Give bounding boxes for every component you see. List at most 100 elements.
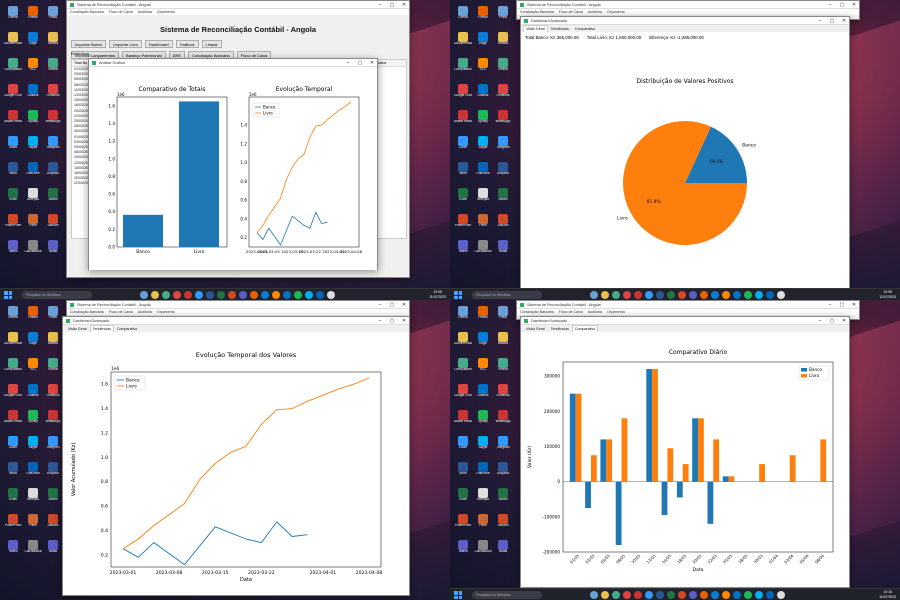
- desktop-shortcut-icon[interactable]: Lixeira: [4, 306, 22, 320]
- desktop-shortcut-icon[interactable]: PowerPoint: [454, 214, 472, 228]
- taskbar-app-icon[interactable]: [722, 591, 730, 599]
- close-icon[interactable]: ✕: [401, 302, 407, 308]
- desktop-shortcut-icon[interactable]: Outlook: [24, 84, 42, 98]
- taskbar-app-icon[interactable]: [623, 591, 631, 599]
- minimize-icon[interactable]: –: [377, 302, 383, 308]
- desktop-shortcut-icon[interactable]: WhatsApp: [44, 410, 62, 424]
- desktop-shortcut-icon[interactable]: Skype: [474, 436, 492, 450]
- desktop-shortcut-icon[interactable]: WhatsApp: [44, 110, 62, 124]
- menu-conciliacao[interactable]: Conciliação Bancária: [520, 9, 554, 15]
- desktop-shortcut-icon[interactable]: Telegram: [494, 436, 512, 450]
- desktop-shortcut-icon[interactable]: Word: [454, 162, 472, 176]
- desktop-shortcut-icon[interactable]: VLC: [474, 358, 492, 372]
- taskbar-app-icon[interactable]: [327, 291, 335, 299]
- desktop-shortcut-icon[interactable]: Ficheiros: [494, 384, 512, 398]
- desktop-shortcut-icon[interactable]: Firefox: [474, 6, 492, 20]
- taskbar-app-icon[interactable]: [195, 291, 203, 299]
- desktop-shortcut-icon[interactable]: Spotify: [24, 410, 42, 424]
- desktop-shortcut-icon[interactable]: Paint: [24, 214, 42, 228]
- taskbar-app-icon[interactable]: [272, 291, 280, 299]
- desktop-shortcut-icon[interactable]: Word: [4, 462, 22, 476]
- desktop-shortcut-icon[interactable]: WhatsApp: [494, 110, 512, 124]
- taskbar-app-icon[interactable]: [173, 291, 181, 299]
- taskbar-app-icon[interactable]: [623, 291, 631, 299]
- desktop-shortcut-icon[interactable]: Dropbox: [44, 462, 62, 476]
- taskbar-app-icon[interactable]: [590, 291, 598, 299]
- desktop-shortcut-icon[interactable]: Computador: [454, 58, 472, 72]
- desktop-shortcut-icon[interactable]: Google Chrome: [4, 384, 22, 398]
- desktop-shortcut-icon[interactable]: Fotos: [494, 306, 512, 320]
- desktop-shortcut-icon[interactable]: Vídeos: [44, 58, 62, 72]
- desktop-shortcut-icon[interactable]: Telegram: [494, 136, 512, 150]
- taskbar-app-icon[interactable]: [689, 591, 697, 599]
- taskbar-app-icon[interactable]: [733, 291, 741, 299]
- start-icon[interactable]: [454, 291, 462, 299]
- desktop-shortcut-icon[interactable]: Notepad: [24, 488, 42, 502]
- desktop-shortcut-icon[interactable]: Skype: [24, 136, 42, 150]
- desktop-shortcut-icon[interactable]: Excel: [454, 488, 472, 502]
- graphs-titlebar[interactable]: Análise Gráfica – ▢ ✕: [89, 59, 377, 67]
- desktop-shortcut-icon[interactable]: Notepad: [24, 188, 42, 202]
- desktop-shortcut-icon[interactable]: Documentos: [4, 332, 22, 346]
- maximize-icon[interactable]: ▢: [829, 18, 835, 24]
- close-icon[interactable]: ✕: [841, 18, 847, 24]
- desktop-shortcut-icon[interactable]: Fotos: [494, 6, 512, 20]
- desktop-shortcut-icon[interactable]: Adobe Reader: [4, 110, 22, 124]
- menu-auditoria[interactable]: Auditoria: [138, 309, 152, 315]
- taskbar-app-icon[interactable]: [601, 591, 609, 599]
- taskbar-app-icon[interactable]: [744, 591, 752, 599]
- menu-conciliacao[interactable]: Conciliação Bancária: [70, 309, 104, 315]
- desktop-shortcut-icon[interactable]: Notas: [44, 540, 62, 554]
- taskbar-app-icon[interactable]: [217, 291, 225, 299]
- taskbar-app-icon[interactable]: [678, 291, 686, 299]
- menu-fluxo[interactable]: Fluxo de Caixa: [109, 9, 133, 15]
- tab-tendencias[interactable]: Tendências: [548, 325, 572, 332]
- close-icon[interactable]: ✕: [841, 318, 847, 324]
- desktop-shortcut-icon[interactable]: Fotos: [44, 6, 62, 20]
- desktop-shortcut-icon[interactable]: Dropbox: [44, 162, 62, 176]
- desktop-shortcut-icon[interactable]: VLC: [474, 58, 492, 72]
- desktop-shortcut-icon[interactable]: Edge: [24, 332, 42, 346]
- desktop-shortcut-icon[interactable]: Word: [4, 162, 22, 176]
- taskbar-app-icon[interactable]: [645, 591, 653, 599]
- menu-auditoria[interactable]: Auditoria: [588, 309, 602, 315]
- menu-fluxo[interactable]: Fluxo de Caixa: [559, 9, 583, 15]
- close-icon[interactable]: ✕: [401, 2, 407, 8]
- minimize-icon[interactable]: –: [817, 318, 823, 324]
- taskbar-app-icon[interactable]: [711, 591, 719, 599]
- desktop-shortcut-icon[interactable]: Telegram: [44, 436, 62, 450]
- desktop-shortcut-icon[interactable]: Notas: [494, 540, 512, 554]
- maximize-icon[interactable]: ▢: [389, 302, 395, 308]
- menu-orcamento[interactable]: Orçamento: [607, 309, 625, 315]
- menu-orcamento[interactable]: Orçamento: [607, 9, 625, 15]
- desktop-shortcut-icon[interactable]: Telegram: [44, 136, 62, 150]
- maximize-icon[interactable]: ▢: [389, 2, 395, 8]
- desktop-shortcut-icon[interactable]: OneDrive: [24, 462, 42, 476]
- taskbar-app-icon[interactable]: [316, 291, 324, 299]
- taskbar-clock[interactable]: 13:08 11/07/2023: [879, 290, 896, 299]
- desktop-shortcut-icon[interactable]: Música: [494, 32, 512, 46]
- app-titlebar[interactable]: Sistema de Reconciliação Contábil - Ango…: [67, 1, 409, 9]
- desktop-shortcut-icon[interactable]: Notas: [494, 240, 512, 254]
- desktop-shortcut-icon[interactable]: Lixeira: [454, 306, 472, 320]
- desktop-shortcut-icon[interactable]: Google Chrome: [454, 384, 472, 398]
- taskbar-app-icon[interactable]: [755, 591, 763, 599]
- minimize-icon[interactable]: –: [827, 2, 833, 8]
- taskbar-app-icon[interactable]: [634, 291, 642, 299]
- desktop-shortcut-icon[interactable]: Documentos: [454, 332, 472, 346]
- desktop-shortcut-icon[interactable]: Notepad: [474, 488, 492, 502]
- desktop-shortcut-icon[interactable]: Paint: [474, 214, 492, 228]
- minimize-icon[interactable]: –: [377, 2, 383, 8]
- desktop-shortcut-icon[interactable]: Firefox: [24, 6, 42, 20]
- desktop-shortcut-icon[interactable]: OneDrive: [474, 462, 492, 476]
- maximize-icon[interactable]: ▢: [839, 2, 845, 8]
- minimize-icon[interactable]: –: [345, 60, 351, 66]
- taskbar-app-icon[interactable]: [766, 291, 774, 299]
- tab-comparativo[interactable]: Comparativo: [114, 325, 140, 332]
- desktop-shortcut-icon[interactable]: Spotify: [24, 110, 42, 124]
- start-icon[interactable]: [454, 591, 462, 599]
- taskbar-search[interactable]: Pesquisar no Windows: [22, 291, 92, 299]
- taskbar-app-icon[interactable]: [711, 291, 719, 299]
- desktop-shortcut-icon[interactable]: Outlook: [24, 384, 42, 398]
- taskbar-app-icon[interactable]: [590, 591, 598, 599]
